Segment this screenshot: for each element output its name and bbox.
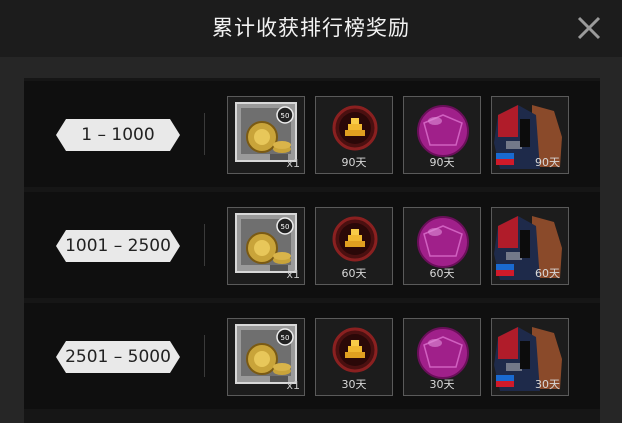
item-quantity: x1 [286, 379, 300, 392]
purple-orb-item[interactable]: 60天 [403, 207, 481, 285]
coin-pack-item[interactable]: 50 x1 [227, 318, 305, 396]
duration-label: 30天 [429, 378, 455, 391]
svg-text:50: 50 [281, 334, 290, 342]
rank-range-label: 1 – 1000 [56, 119, 180, 151]
reward-row: 1 – 1000 50 x1 90天 90天 90天 [24, 81, 600, 187]
svg-text:50: 50 [281, 223, 290, 231]
rank-range-label: 2501 – 5000 [56, 341, 180, 373]
coin-pack-item[interactable]: 50 x1 [227, 207, 305, 285]
gold-bar-item[interactable]: 60天 [315, 207, 393, 285]
close-icon [577, 16, 601, 40]
jacket-outfit-item[interactable]: 30天 [491, 318, 569, 396]
jacket-outfit-item[interactable]: 90天 [491, 96, 569, 174]
duration-label: 60天 [429, 267, 455, 280]
item-quantity: x1 [286, 157, 300, 170]
purple-orb-item[interactable]: 30天 [403, 318, 481, 396]
divider [204, 335, 205, 377]
coin-pack-item[interactable]: 50 x1 [227, 96, 305, 174]
jacket-outfit-item[interactable]: 60天 [491, 207, 569, 285]
rank-range-label: 1001 – 2500 [56, 230, 180, 262]
svg-text:50: 50 [281, 112, 290, 120]
divider [204, 113, 205, 155]
divider [204, 224, 205, 266]
reward-row: 1001 – 2500 50 x1 60天 60天 60天 [24, 192, 600, 298]
duration-label: 30天 [535, 378, 560, 391]
gold-bar-item[interactable]: 30天 [315, 318, 393, 396]
dialog-title: 累计收获排行榜奖励 [212, 16, 410, 40]
duration-label: 90天 [429, 156, 455, 169]
close-button[interactable] [574, 13, 604, 43]
duration-label: 60天 [341, 267, 367, 280]
duration-label: 90天 [341, 156, 367, 169]
reward-list: 1 – 1000 50 x1 90天 90天 90天 1001 – 2500 5… [24, 78, 600, 423]
duration-label: 90天 [535, 156, 560, 169]
reward-row: 2501 – 5000 50 x1 30天 30天 30天 [24, 303, 600, 409]
gold-bar-item[interactable]: 90天 [315, 96, 393, 174]
item-quantity: x1 [286, 268, 300, 281]
duration-label: 30天 [341, 378, 367, 391]
purple-orb-item[interactable]: 90天 [403, 96, 481, 174]
duration-label: 60天 [535, 267, 560, 280]
